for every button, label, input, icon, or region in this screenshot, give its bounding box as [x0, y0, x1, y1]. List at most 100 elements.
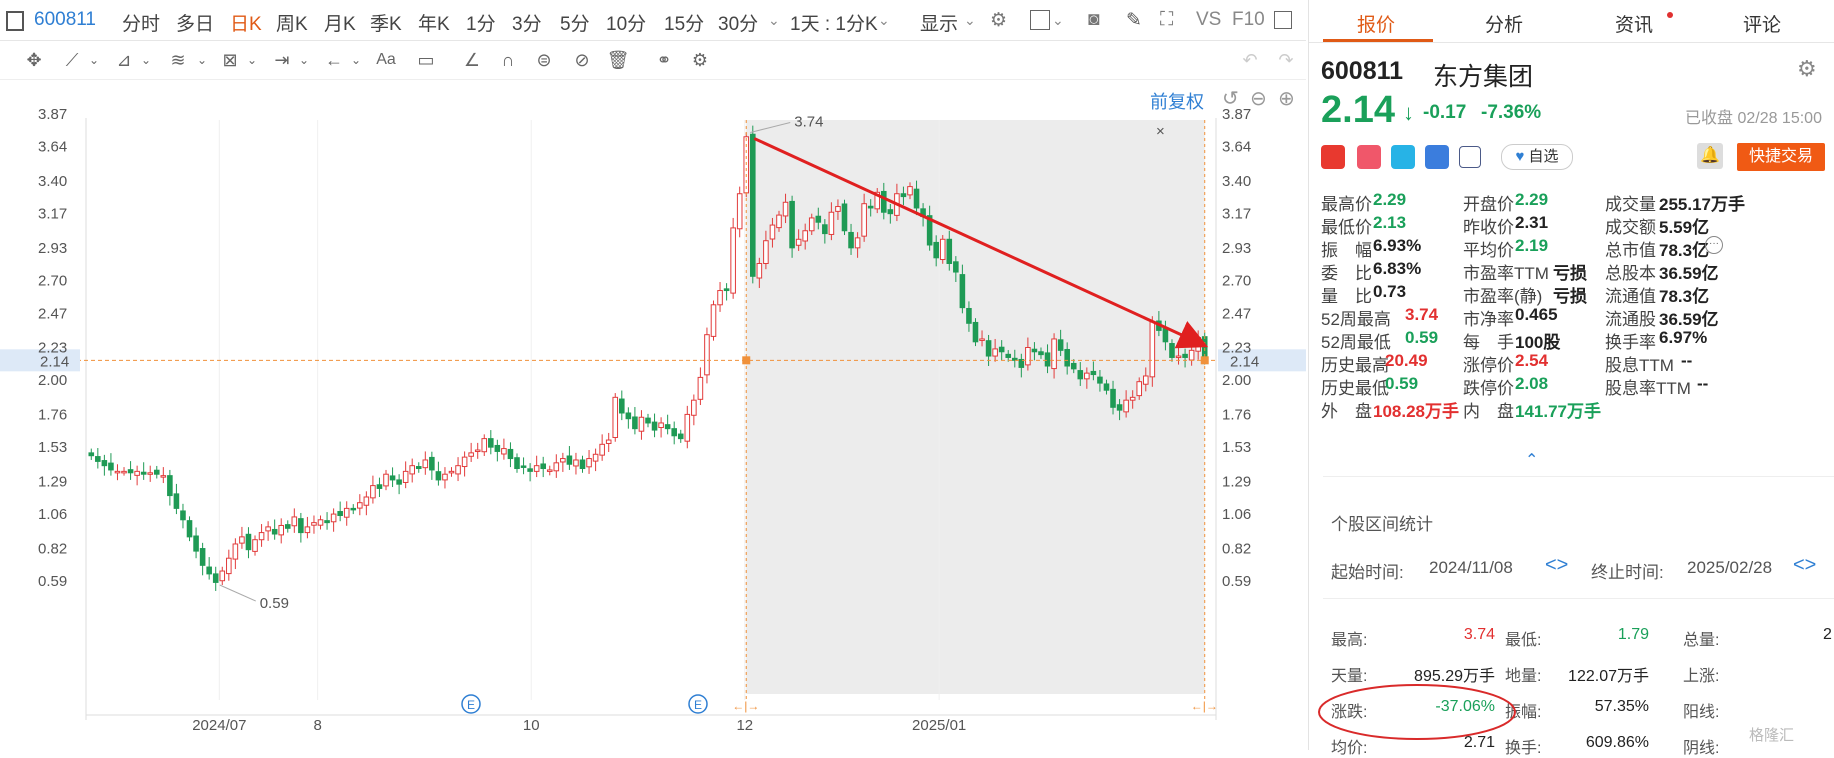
watermark-logo: 格隆汇	[1749, 727, 1795, 744]
kline-chart[interactable]: 2.14 2.143.740.59×E E ←|→ ←|→ 3.87 3.873.64 3.…	[0, 80, 1306, 750]
candle-body	[389, 475, 396, 481]
end-time-value[interactable]: 2025/02/28	[1687, 558, 1772, 578]
link-icon[interactable]: ⚭	[652, 48, 676, 72]
stat-label: 最高:	[1331, 632, 1368, 649]
period-tab-duori[interactable]: 多日	[176, 9, 214, 36]
wave-tool-icon[interactable]: ≋	[166, 48, 190, 72]
chevron-down-icon[interactable]: ⌄	[878, 12, 890, 29]
comment-tool-icon[interactable]: ▭	[414, 48, 438, 72]
fullscreen-icon[interactable]: ⛶	[1160, 9, 1173, 31]
chevron-down-icon[interactable]: ⌄	[134, 48, 158, 72]
more-info-icon[interactable]: ···	[1705, 236, 1723, 254]
quote-value: 6.83%	[1373, 259, 1422, 278]
china-flag-icon[interactable]	[1321, 145, 1345, 169]
period-tab-rik[interactable]: 日K	[230, 9, 262, 36]
period-tab-niank[interactable]: 年K	[418, 9, 450, 36]
eraser-icon[interactable]: ∠	[460, 48, 484, 72]
vs-compare-button[interactable]: VS	[1196, 9, 1221, 31]
candle-body	[880, 190, 887, 213]
start-time-adjust-icon[interactable]: <>	[1545, 554, 1568, 577]
period-tab-30min[interactable]: 30分	[718, 9, 758, 36]
note-icon[interactable]	[1459, 146, 1481, 168]
period-tab-15min[interactable]: 15分	[664, 9, 704, 36]
end-time-adjust-icon[interactable]: <>	[1793, 554, 1816, 577]
chevron-down-icon[interactable]: ⌄	[190, 48, 214, 72]
chevron-down-icon[interactable]: ⌄	[768, 12, 780, 29]
hide-icon[interactable]: ⊘	[570, 48, 594, 72]
quote-label: 总市值	[1605, 241, 1656, 260]
stat-label: 总量:	[1683, 632, 1720, 649]
y-tick-label-left: 2.93	[38, 240, 67, 257]
tab-news[interactable]: 资讯	[1615, 10, 1653, 37]
y-tick-label-right: 2.70	[1222, 273, 1251, 290]
candle-body	[835, 206, 841, 212]
period-tab-jik[interactable]: 季K	[370, 9, 402, 36]
candle-body	[468, 452, 474, 457]
quick-trade-button[interactable]: 快捷交易	[1737, 143, 1825, 171]
quote-value: 141.77万手	[1515, 402, 1601, 421]
zoom-in-icon[interactable]: ⊕	[1278, 86, 1295, 111]
line-tool-icon[interactable]: ⟋	[60, 48, 84, 72]
period-tab-1min[interactable]: 1分	[466, 9, 496, 36]
add-watchlist-button[interactable]: ♥ 自选	[1501, 144, 1573, 170]
quote-label: 开盘价	[1463, 195, 1514, 214]
collapse-up-icon[interactable]: ⌃	[1525, 450, 1538, 470]
shuffle-icon[interactable]	[1391, 145, 1415, 169]
chevron-down-icon[interactable]: ⌄	[344, 48, 368, 72]
tab-quote[interactable]: 报价	[1357, 10, 1395, 37]
pencil-icon[interactable]: ✎	[1126, 9, 1142, 32]
period-tab-yuek[interactable]: 月K	[324, 9, 356, 36]
undo-icon[interactable]: ↶	[1238, 48, 1262, 72]
period-tab-3min[interactable]: 3分	[512, 9, 542, 36]
candle-body	[140, 471, 147, 475]
candle-body	[1077, 370, 1084, 380]
bell-icon[interactable]: 🔔	[1697, 143, 1723, 169]
arrow-tool-icon[interactable]: ←	[322, 48, 346, 72]
square-icon[interactable]	[1030, 10, 1050, 30]
settings-gear-icon[interactable]: ⚙	[990, 9, 1007, 32]
range-select[interactable]: 1天 : 1分K	[790, 9, 878, 36]
magnet-icon[interactable]: ∩	[496, 48, 520, 72]
measure-tool-icon[interactable]: ⇥	[270, 48, 294, 72]
candle-body	[1182, 353, 1188, 358]
text-tool-icon[interactable]: Aa	[374, 48, 398, 72]
gear-icon[interactable]: ⚙	[688, 48, 712, 72]
tab-comments[interactable]: 评论	[1743, 10, 1781, 37]
tag-icon[interactable]	[1425, 145, 1449, 169]
chevron-down-icon[interactable]: ⌄	[292, 48, 316, 72]
polyline-tool-icon[interactable]: ⊿	[112, 48, 136, 72]
f10-button[interactable]: F10	[1232, 9, 1265, 31]
lightning-icon[interactable]	[1357, 145, 1381, 169]
period-tab-10min[interactable]: 10分	[606, 9, 646, 36]
candle-body	[488, 438, 494, 448]
zoom-out-icon[interactable]: ⊖	[1250, 86, 1267, 111]
reset-icon[interactable]: ↺	[1222, 86, 1239, 111]
sidebar-toggle-icon[interactable]	[1274, 11, 1292, 29]
quote-value: 78.3亿	[1659, 287, 1710, 306]
display-menu[interactable]: 显示	[920, 9, 958, 36]
fib-tool-icon[interactable]: ⊠	[218, 48, 242, 72]
period-tab-fenshi[interactable]: 分时	[122, 9, 160, 36]
settings-gear-icon[interactable]: ⚙	[1797, 56, 1817, 82]
candle-body	[245, 533, 252, 551]
lock-icon[interactable]: ⊜	[532, 48, 556, 72]
tab-analysis[interactable]: 分析	[1485, 10, 1523, 37]
period-tab-5min[interactable]: 5分	[560, 9, 590, 36]
quote-value: 2.29	[1515, 190, 1549, 209]
quote-value: 36.59亿	[1659, 264, 1719, 283]
y-tick-label-left: 2.23	[38, 340, 67, 357]
quote-label: 52周最高	[1321, 310, 1391, 329]
period-tab-zhouk[interactable]: 周K	[276, 9, 308, 36]
move-cross-icon[interactable]: ✥	[22, 48, 46, 72]
fuquan-toggle[interactable]: 前复权	[1150, 88, 1204, 114]
chevron-down-icon[interactable]: ⌄	[240, 48, 264, 72]
trash-icon[interactable]: 🗑	[606, 48, 630, 72]
redo-icon[interactable]: ↷	[1274, 48, 1298, 72]
start-time-value[interactable]: 2024/11/08	[1429, 558, 1513, 578]
chevron-down-icon[interactable]: ⌄	[964, 12, 976, 29]
candle-body	[284, 524, 291, 529]
panel-toggle-icon[interactable]	[6, 11, 24, 31]
chevron-down-icon[interactable]: ⌄	[1052, 12, 1064, 29]
camera-icon[interactable]: ◙	[1088, 9, 1099, 31]
chevron-down-icon[interactable]: ⌄	[82, 48, 106, 72]
